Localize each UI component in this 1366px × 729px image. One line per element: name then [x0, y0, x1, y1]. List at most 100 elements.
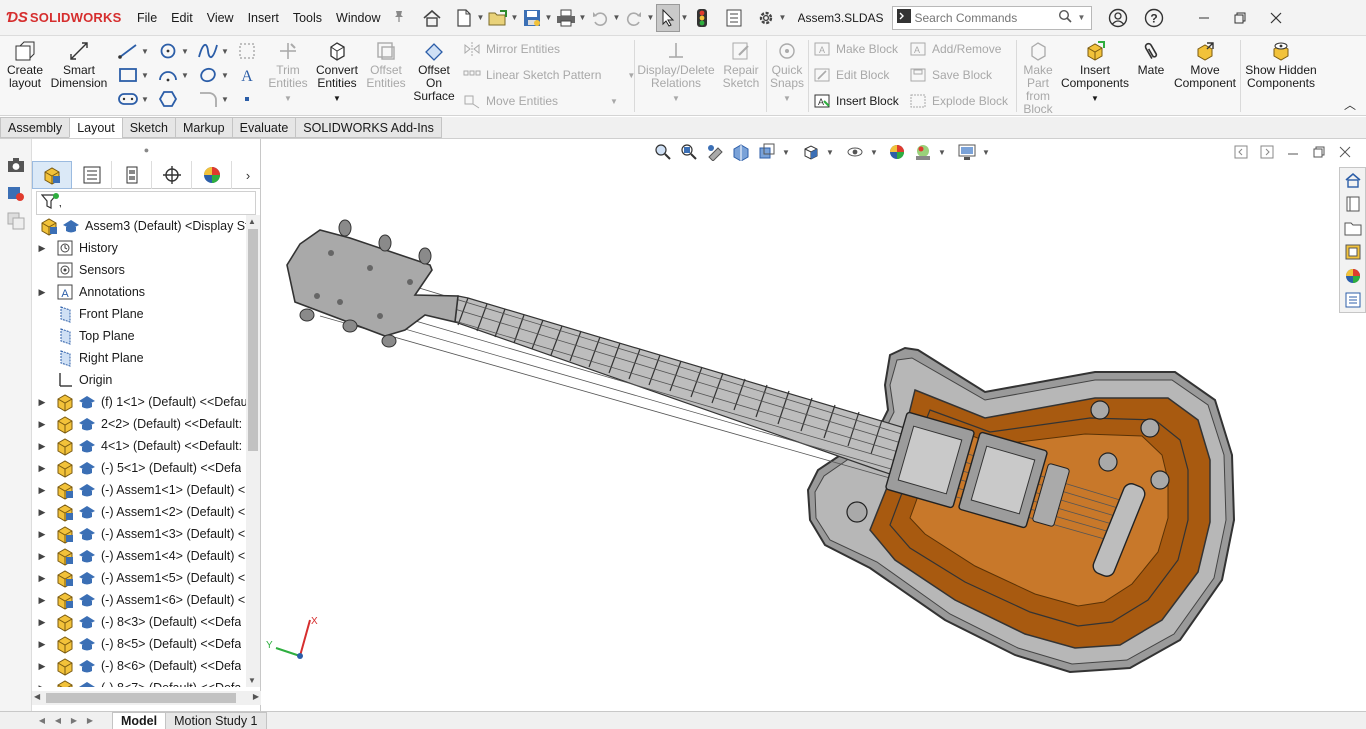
new-dropdown-icon[interactable]: ▼: [476, 4, 486, 32]
solidworks-logo[interactable]: ƊS SOLIDWORKS: [0, 0, 130, 36]
first-tab-icon[interactable]: ◀: [34, 713, 50, 729]
scroll-down-icon[interactable]: ▼: [248, 676, 256, 685]
user-account-icon[interactable]: [1100, 0, 1136, 36]
expand-arrow-icon[interactable]: ▶: [34, 545, 50, 567]
print-dropdown-icon[interactable]: ▼: [578, 4, 588, 32]
tabs-next-arrow-icon[interactable]: ›: [235, 161, 261, 189]
camera-icon[interactable]: [0, 151, 32, 179]
feature-manager-tab-icon[interactable]: [32, 161, 72, 189]
search-commands-box[interactable]: ▼: [891, 5, 1092, 30]
configuration-manager-tab-icon[interactable]: [112, 161, 152, 189]
slot-tool[interactable]: ▼: [117, 88, 151, 110]
expand-arrow-icon[interactable]: [34, 259, 50, 281]
home-icon[interactable]: [420, 4, 444, 32]
hide-show-dropdown-icon[interactable]: ▼: [868, 139, 880, 165]
display-style-dropdown-icon[interactable]: ▼: [824, 139, 836, 165]
search-dropdown-icon[interactable]: ▼: [1075, 13, 1089, 22]
expand-arrow-icon[interactable]: ▶: [34, 479, 50, 501]
tree-item[interactable]: ▶ (-) 5<1> (Default) <<Defa: [32, 457, 246, 479]
apply-scene-icon[interactable]: [910, 139, 936, 165]
make-part-from-block-button[interactable]: Make Part from Block: [1018, 36, 1058, 116]
expand-arrow-icon[interactable]: ▶: [34, 523, 50, 545]
pin-icon[interactable]: [392, 9, 406, 26]
circle-tool[interactable]: ▼: [157, 40, 191, 62]
help-icon[interactable]: ?: [1136, 0, 1172, 36]
tree-item[interactable]: ▶ A Annotations: [32, 281, 246, 303]
tab-assembly[interactable]: Assembly: [0, 117, 71, 138]
menu-edit[interactable]: Edit: [164, 0, 200, 36]
collapse-ribbon-icon[interactable]: ︿: [1344, 96, 1356, 113]
expand-arrow-icon[interactable]: [34, 347, 50, 369]
collapse-left-icon[interactable]: [1228, 139, 1254, 165]
last-tab-icon[interactable]: ▶: [82, 713, 98, 729]
minimize-icon[interactable]: [1186, 0, 1222, 36]
record-icon[interactable]: [0, 179, 32, 207]
view-palette-icon[interactable]: [1340, 240, 1365, 264]
line-tool[interactable]: ▼: [117, 40, 151, 62]
collapse-right-icon[interactable]: [1254, 139, 1280, 165]
property-manager-tab-icon[interactable]: [72, 161, 112, 189]
expand-arrow-icon[interactable]: ▶: [34, 413, 50, 435]
tree-item[interactable]: ▶ (-) 8<3> (Default) <<Defa: [32, 611, 246, 633]
smart-dimension-button[interactable]: Smart Dimension: [50, 36, 108, 90]
undo-dropdown-icon[interactable]: ▼: [612, 4, 622, 32]
show-hidden-components-button[interactable]: Show Hidden Components: [1244, 36, 1318, 90]
doc-close-icon[interactable]: [1332, 139, 1358, 165]
search-icon[interactable]: [1055, 9, 1075, 26]
tree-item[interactable]: ▶ (-) 8<6> (Default) <<Defa: [32, 655, 246, 677]
display-manager-tab-icon[interactable]: [192, 161, 232, 189]
menu-insert[interactable]: Insert: [241, 0, 286, 36]
view-settings-icon[interactable]: [954, 139, 980, 165]
add-remove-button[interactable]: A Add/Remove: [908, 38, 1001, 60]
move-component-button[interactable]: Move Component: [1172, 36, 1238, 90]
menu-view[interactable]: View: [200, 0, 241, 36]
expand-arrow-icon[interactable]: ▶: [34, 457, 50, 479]
zoom-to-area-icon[interactable]: [676, 139, 702, 165]
expand-arrow-icon[interactable]: [34, 369, 50, 391]
tree-item[interactable]: Right Plane: [32, 347, 246, 369]
menu-window[interactable]: Window: [329, 0, 387, 36]
display-delete-relations-button[interactable]: Display/Delete Relations ▼: [636, 36, 716, 105]
tab-markup[interactable]: Markup: [174, 117, 233, 138]
tab-motion-study-1[interactable]: Motion Study 1: [165, 711, 267, 729]
print-icon[interactable]: [554, 4, 578, 32]
appearances-icon[interactable]: [1340, 264, 1365, 288]
expand-arrow-icon[interactable]: ▶: [34, 567, 50, 589]
tree-item[interactable]: Origin: [32, 369, 246, 391]
spline-tool[interactable]: ▼: [197, 40, 231, 62]
insert-block-button[interactable]: A Insert Block: [812, 90, 899, 112]
expand-arrow-icon[interactable]: ▶: [34, 611, 50, 633]
view-orientation-icon[interactable]: [798, 139, 824, 165]
redo-icon[interactable]: [622, 4, 646, 32]
expand-arrow-icon[interactable]: ▶: [34, 589, 50, 611]
panel-splitter-handle[interactable]: ●: [32, 139, 261, 161]
hide-show-items-icon[interactable]: [842, 139, 868, 165]
tab-sketch[interactable]: Sketch: [121, 117, 176, 138]
expand-arrow-icon[interactable]: ▶: [34, 435, 50, 457]
design-library-icon[interactable]: [1340, 192, 1365, 216]
open-icon[interactable]: [486, 4, 510, 32]
polygon-tool[interactable]: [157, 88, 191, 110]
tree-item[interactable]: Top Plane: [32, 325, 246, 347]
tree-vertical-scrollbar[interactable]: ▲ ▼: [246, 215, 260, 687]
next-tab-icon[interactable]: ▶: [66, 713, 82, 729]
undo-icon[interactable]: [588, 4, 612, 32]
tree-item[interactable]: ▶ (-) Assem1<2> (Default) <: [32, 501, 246, 523]
section-view-icon[interactable]: [728, 139, 754, 165]
doc-restore-icon[interactable]: [1306, 139, 1332, 165]
rebuild-traffic-light-icon[interactable]: [690, 4, 714, 32]
select-dropdown-icon[interactable]: ▼: [680, 4, 690, 32]
fillet-tool[interactable]: ▼: [197, 88, 231, 110]
scroll-right-icon[interactable]: ▶: [253, 692, 259, 701]
copy-view-icon[interactable]: [0, 207, 32, 235]
solidworks-resources-icon[interactable]: [1340, 168, 1365, 192]
rectangle-tool[interactable]: ▼: [117, 64, 151, 86]
redo-dropdown-icon[interactable]: ▼: [646, 4, 656, 32]
tree-item[interactable]: Front Plane: [32, 303, 246, 325]
offset-on-surface-button[interactable]: Offset On Surface: [410, 36, 458, 103]
open-dropdown-icon[interactable]: ▼: [510, 4, 520, 32]
tree-item[interactable]: ▶ (-) Assem1<1> (Default) <: [32, 479, 246, 501]
expand-arrow-icon[interactable]: ▶: [34, 655, 50, 677]
dimxpert-manager-tab-icon[interactable]: [152, 161, 192, 189]
quick-snaps-button[interactable]: Quick Snaps ▼: [767, 36, 807, 105]
